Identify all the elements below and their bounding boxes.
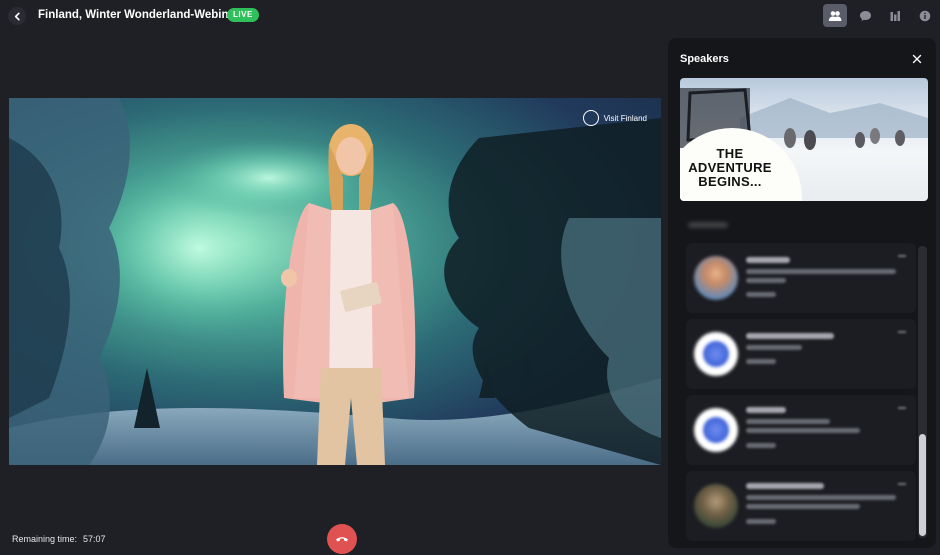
chevron-left-icon <box>14 12 20 20</box>
speaker-search-blurred <box>688 218 928 232</box>
adventure-banner: THE ADVENTURE BEGINS... <box>680 78 928 201</box>
chat-icon <box>859 10 871 21</box>
chat-button[interactable] <box>853 4 877 27</box>
speaker-avatar <box>694 332 738 376</box>
speakers-panel: Speakers THE ADVENTURE BEGINS... <box>668 38 936 548</box>
poll-icon <box>890 10 900 21</box>
speaker-card[interactable] <box>686 243 916 313</box>
speaker-card[interactable] <box>686 471 916 541</box>
more-options-icon[interactable] <box>898 255 906 257</box>
blurred-role <box>746 495 896 500</box>
live-badge: LIVE <box>227 8 259 22</box>
aurora-scene-illustration <box>9 98 661 465</box>
video-stage[interactable]: Visit Finland <box>9 98 661 465</box>
back-button[interactable] <box>8 7 26 25</box>
blurred-placeholder <box>688 222 728 228</box>
blurred-role <box>746 428 860 433</box>
banner-text-line: ADVENTURE <box>688 160 772 175</box>
more-options-icon[interactable] <box>898 483 906 485</box>
remaining-time: Remaining time: 57:07 <box>12 534 106 544</box>
speaker-card[interactable] <box>686 395 916 465</box>
speaker-avatar <box>694 408 738 452</box>
blurred-role <box>746 269 896 274</box>
blurred-bio-link <box>746 359 776 364</box>
people-icon <box>828 10 842 21</box>
blurred-role <box>746 278 786 283</box>
speaker-card[interactable] <box>686 319 916 389</box>
info-icon <box>919 10 931 21</box>
leave-call-button[interactable] <box>327 524 357 554</box>
scrollbar-thumb[interactable] <box>919 434 926 536</box>
remaining-time-label: Remaining time: <box>12 534 78 544</box>
speaker-list <box>686 243 926 543</box>
blurred-name <box>746 483 824 489</box>
blurred-name <box>746 257 790 263</box>
poll-button[interactable] <box>883 4 907 27</box>
banner-text-line: BEGINS... <box>698 174 762 189</box>
speaker-avatar <box>694 256 738 300</box>
blurred-role <box>746 504 860 509</box>
more-options-icon[interactable] <box>898 331 906 333</box>
panel-title: Speakers <box>680 53 729 65</box>
webinar-title: Finland, Winter Wonderland-Webinar <box>38 9 240 21</box>
speaker-list-scrollbar[interactable] <box>918 246 927 538</box>
info-button[interactable] <box>913 4 937 27</box>
banner-text-line: THE <box>716 146 744 161</box>
blurred-name <box>746 407 786 413</box>
blurred-name <box>746 333 834 339</box>
blurred-role <box>746 419 830 424</box>
visit-finland-brand: Visit Finland <box>582 110 647 126</box>
remaining-time-value: 57:07 <box>83 534 106 544</box>
banner-text: THE ADVENTURE BEGINS... <box>684 147 776 189</box>
blurred-bio-link <box>746 519 776 524</box>
speaker-avatar <box>694 484 738 528</box>
visit-finland-logo-icon <box>582 110 599 126</box>
close-icon <box>912 54 922 64</box>
brand-label: Visit Finland <box>603 113 647 123</box>
blurred-role <box>746 345 802 350</box>
close-panel-button[interactable] <box>910 52 924 66</box>
blurred-bio-link <box>746 292 776 297</box>
top-bar: Finland, Winter Wonderland-Webinar LIVE <box>0 0 940 32</box>
people-button[interactable] <box>823 4 847 27</box>
hang-up-phone-icon <box>336 537 348 542</box>
blurred-bio-link <box>746 443 776 448</box>
more-options-icon[interactable] <box>898 407 906 409</box>
